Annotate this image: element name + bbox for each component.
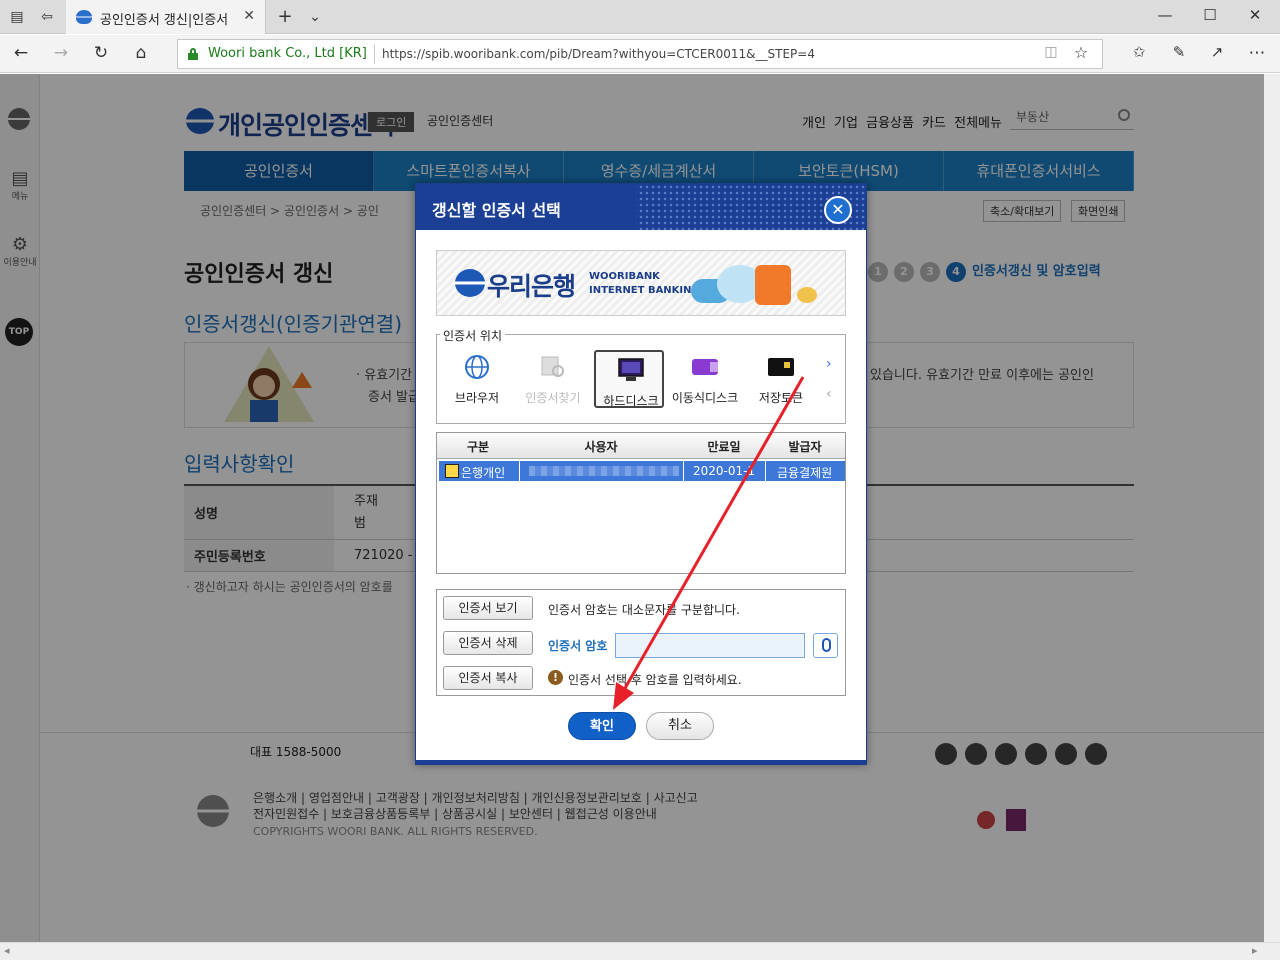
tab-bar: ▤ ⇦ 공인인증서 갱신|인증서 ✕ + ⌄ — ☐ ✕ <box>0 0 1280 34</box>
cert-icon <box>445 464 459 478</box>
dialog-close-icon[interactable]: ✕ <box>824 196 852 224</box>
minimize-icon[interactable]: — <box>1154 6 1176 24</box>
horizontal-scrollbar[interactable]: ◂ ▸ <box>0 942 1280 960</box>
cert-select-dialog: 갱신할 인증서 선택 ✕ 우리은행 WOORIBANK INTERNET BAN… <box>415 183 867 765</box>
favorites-icon[interactable]: ✩ <box>1128 43 1150 61</box>
usb-drive-icon <box>692 359 718 375</box>
set-aside-tabs-icon[interactable]: ⇦ <box>38 8 56 26</box>
address-bar[interactable]: Woori bank Co., Ltd [KR] https://spib.wo… <box>177 39 1103 69</box>
cert-location-legend: 인증서 위치 <box>440 327 506 344</box>
url-text[interactable]: https://spib.wooribank.com/pib/Dream?wit… <box>382 47 815 61</box>
location-removable-disk[interactable]: 이동식디스크 <box>670 349 740 407</box>
favorite-star-icon[interactable]: ☆ <box>1070 43 1092 62</box>
scroll-right-icon[interactable]: ▸ <box>1252 944 1258 957</box>
virtual-keypad-button[interactable] <box>813 633 838 658</box>
location-next-icon[interactable]: › <box>826 356 832 372</box>
cert-actions-panel: 인증서 보기 인증서 삭제 인증서 복사 인증서 암호는 대소문자를 구분합니다… <box>436 589 846 696</box>
woori-favicon-icon <box>76 10 92 24</box>
forward-icon[interactable]: → <box>50 43 72 63</box>
location-browser[interactable]: 브라우저 <box>442 349 512 407</box>
tab-list-chevron-icon[interactable]: ⌄ <box>306 8 324 26</box>
lock-icon <box>188 48 198 60</box>
cancel-button[interactable]: 취소 <box>646 712 714 740</box>
tab-actions-icon[interactable]: ▤ <box>8 8 26 26</box>
site-identity[interactable]: Woori bank Co., Ltd [KR] <box>208 46 367 61</box>
cert-row-selected[interactable]: 은행개인 2020-01-1 금융결제원 <box>439 461 845 481</box>
location-prev-icon[interactable]: ‹ <box>826 386 832 402</box>
woori-logo-icon <box>455 269 485 297</box>
security-token-icon <box>768 358 794 376</box>
refresh-icon[interactable]: ↻ <box>90 43 112 63</box>
thumbs-up-icon <box>755 265 791 305</box>
dialog-title: 갱신할 인증서 선택 <box>432 201 561 220</box>
case-sensitive-message: 인증서 암호는 대소문자를 구분합니다. <box>548 603 740 617</box>
banner-bank-name: 우리은행 <box>487 272 576 301</box>
cert-table-header: 구분 사용자 만료일 발급자 <box>437 433 845 459</box>
location-token[interactable]: 저장토큰 <box>746 349 816 407</box>
tab-title: 공인인증서 갱신|인증서 <box>100 13 229 28</box>
vertical-scrollbar[interactable] <box>1264 74 1280 942</box>
new-tab-icon[interactable]: + <box>276 8 294 26</box>
warning-message: 인증서 선택 후 암호를 입력하세요. <box>568 673 742 687</box>
home-icon[interactable]: ⌂ <box>130 43 152 63</box>
tab-close-icon[interactable]: ✕ <box>243 8 255 24</box>
dialog-header: 갱신할 인증서 선택 ✕ <box>416 184 866 230</box>
location-hard-disk[interactable]: 하드디스크 <box>594 350 664 408</box>
copy-cert-button[interactable]: 인증서 복사 <box>443 666 533 690</box>
scroll-left-icon[interactable]: ◂ <box>4 944 10 957</box>
location-find-cert[interactable]: 인증서찾기 <box>518 349 588 407</box>
cert-search-icon <box>541 356 564 377</box>
maximize-icon[interactable]: ☐ <box>1199 6 1221 24</box>
password-label: 인증서 암호 <box>548 639 608 653</box>
warning-icon: ! <box>548 670 563 685</box>
monitor-icon <box>618 358 644 381</box>
mouse-icon <box>822 638 831 652</box>
delete-cert-button[interactable]: 인증서 삭제 <box>443 631 533 655</box>
cert-password-input[interactable] <box>615 633 805 658</box>
reading-view-icon[interactable]: ◫ <box>1040 44 1062 60</box>
more-icon[interactable]: ⋯ <box>1246 43 1268 63</box>
star-icon <box>797 287 817 303</box>
share-icon[interactable]: ↗ <box>1206 43 1228 61</box>
back-icon[interactable]: ← <box>10 43 32 63</box>
pen-icon[interactable]: ✎ <box>1168 43 1190 61</box>
cert-table: 구분 사용자 만료일 발급자 은행개인 2020-01-1 금융결제원 <box>436 432 846 574</box>
user-name-blurred <box>529 466 679 476</box>
confirm-button[interactable]: 확인 <box>568 712 636 740</box>
tab-active[interactable]: 공인인증서 갱신|인증서 ✕ <box>66 0 266 34</box>
navigation-bar: ← → ↻ ⌂ Woori bank Co., Ltd [KR] https:/… <box>0 35 1280 73</box>
woori-banner: 우리은행 WOORIBANK INTERNET BANKING <box>436 250 846 316</box>
view-cert-button[interactable]: 인증서 보기 <box>443 596 533 620</box>
window-close-icon[interactable]: ✕ <box>1244 6 1266 24</box>
globe-icon <box>465 355 489 379</box>
